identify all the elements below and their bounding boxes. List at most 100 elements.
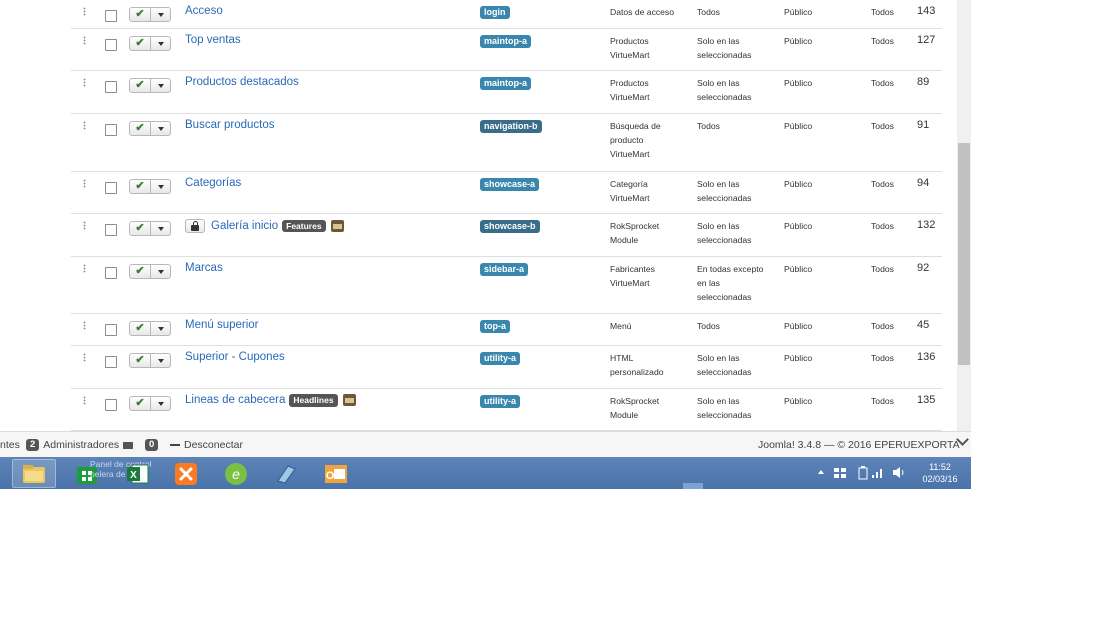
drag-handle-icon[interactable] [83, 396, 86, 405]
notepad-button[interactable] [264, 459, 308, 488]
lock-icon[interactable] [185, 219, 205, 233]
actions-dropdown[interactable] [151, 8, 170, 21]
module-title[interactable]: Buscar productos [185, 119, 275, 131]
position-badge[interactable]: utility-a [480, 352, 521, 365]
actions-dropdown[interactable] [151, 79, 170, 92]
row-checkbox[interactable] [105, 124, 117, 136]
row-checkbox[interactable] [105, 182, 117, 194]
admins-status[interactable]: 2 Administradores [26, 439, 119, 452]
module-title[interactable]: Lineas de cabecera [185, 394, 285, 406]
module-title[interactable]: Acceso [185, 5, 223, 17]
actions-dropdown[interactable] [151, 354, 170, 367]
position-badge[interactable]: showcase-b [480, 220, 540, 233]
status-toggle[interactable]: ✔ [129, 121, 171, 136]
chevron-up-icon[interactable] [818, 470, 824, 474]
status-toggle[interactable]: ✔ [129, 221, 171, 236]
pages-line: Todos [697, 121, 720, 131]
module-title[interactable]: Marcas [185, 262, 223, 274]
row-checkbox[interactable] [105, 39, 117, 51]
explorer-button[interactable] [12, 459, 56, 488]
dreamweaver-button[interactable]: e [214, 459, 258, 488]
language: Todos [871, 396, 894, 406]
module-title[interactable]: Categorías [185, 177, 241, 189]
taskbar-clock[interactable]: 11:52 02/03/16 [910, 461, 970, 485]
status-toggle[interactable]: ✔ [129, 36, 171, 51]
actions-dropdown[interactable] [151, 122, 170, 135]
status-toggle[interactable]: ✔ [129, 396, 171, 411]
row-checkbox[interactable] [105, 267, 117, 279]
actions-dropdown[interactable] [151, 322, 170, 335]
checkmark-icon[interactable]: ✔ [130, 354, 151, 367]
row-checkbox[interactable] [105, 324, 117, 336]
scrollbar-thumb[interactable] [958, 143, 970, 365]
pages-line: Solo en las [697, 179, 740, 189]
status-toggle[interactable]: ✔ [129, 353, 171, 368]
checkmark-icon[interactable]: ✔ [130, 222, 151, 235]
actions-dropdown[interactable] [151, 37, 170, 50]
clock-date: 02/03/16 [922, 474, 958, 484]
battery-icon[interactable] [858, 466, 868, 480]
actions-dropdown[interactable] [151, 180, 170, 193]
excel-button[interactable]: X [116, 459, 160, 488]
checkmark-icon[interactable]: ✔ [130, 122, 151, 135]
position-badge[interactable]: sidebar-a [480, 263, 529, 276]
drag-handle-icon[interactable] [83, 7, 86, 16]
drag-handle-icon[interactable] [83, 321, 86, 330]
position-badge[interactable]: login [480, 6, 510, 19]
status-toggle[interactable]: ✔ [129, 7, 171, 22]
xampp-button[interactable] [164, 459, 208, 488]
position-badge[interactable]: top-a [480, 320, 510, 333]
outlook-button[interactable]: O [314, 459, 358, 488]
module-title[interactable]: Galería inicio [211, 220, 278, 232]
drag-handle-icon[interactable] [83, 353, 86, 362]
checkmark-icon[interactable]: ✔ [130, 265, 151, 278]
checkmark-icon[interactable]: ✔ [130, 180, 151, 193]
status-toggle[interactable]: ✔ [129, 264, 171, 279]
position-badge[interactable]: navigation-b [480, 120, 542, 133]
actions-dropdown[interactable] [151, 397, 170, 410]
drag-handle-icon[interactable] [83, 264, 86, 273]
module-pages: En todas excepto en las seleccionadas [697, 262, 775, 304]
row-checkbox[interactable] [105, 81, 117, 93]
position-badge[interactable]: maintop-a [480, 77, 532, 90]
drag-handle-icon[interactable] [83, 179, 86, 188]
status-toggle[interactable]: ✔ [129, 78, 171, 93]
start-button[interactable] [0, 459, 10, 488]
drag-handle-icon[interactable] [83, 78, 86, 87]
drag-handle-icon[interactable] [83, 36, 86, 45]
caret-down-icon [157, 401, 164, 406]
module-title[interactable]: Productos destacados [185, 76, 299, 88]
row-checkbox[interactable] [105, 10, 117, 22]
module-title[interactable]: Superior - Cupones [185, 351, 285, 363]
actions-dropdown[interactable] [151, 265, 170, 278]
row-checkbox[interactable] [105, 356, 117, 368]
checkmark-icon[interactable]: ✔ [130, 37, 151, 50]
actions-dropdown[interactable] [151, 222, 170, 235]
position-badge[interactable]: maintop-a [480, 35, 532, 48]
checkmark-icon[interactable]: ✔ [130, 397, 151, 410]
logout-link[interactable]: Desconectar [170, 439, 243, 451]
checkmark-icon[interactable]: ✔ [130, 8, 151, 21]
volume-icon[interactable] [892, 466, 906, 479]
visitors-status[interactable]: ntes [0, 439, 20, 451]
drag-handle-icon[interactable] [83, 121, 86, 130]
row-checkbox[interactable] [105, 224, 117, 236]
position-badge[interactable]: utility-a [480, 395, 521, 408]
position-badge[interactable]: showcase-a [480, 178, 540, 191]
module-id: 132 [917, 219, 936, 231]
module-title[interactable]: Top ventas [185, 34, 241, 46]
module-title[interactable]: Menú superior [185, 319, 259, 331]
svg-text:X: X [130, 470, 137, 481]
status-toggle[interactable]: ✔ [129, 179, 171, 194]
table-row: ✔ Menú superior top-a Menú Todos Público Todos… [71, 314, 942, 346]
flag-icon[interactable] [833, 467, 847, 479]
checkmark-icon[interactable]: ✔ [130, 79, 151, 92]
network-icon[interactable] [871, 466, 885, 479]
row-checkbox[interactable] [105, 399, 117, 411]
checkmark-icon[interactable]: ✔ [130, 322, 151, 335]
status-toggle[interactable]: ✔ [129, 321, 171, 336]
drag-handle-icon[interactable] [83, 221, 86, 230]
messages-status[interactable]: 0 [123, 439, 159, 452]
vertical-scrollbar[interactable] [957, 0, 971, 431]
type-line: VirtueMart [610, 50, 650, 60]
